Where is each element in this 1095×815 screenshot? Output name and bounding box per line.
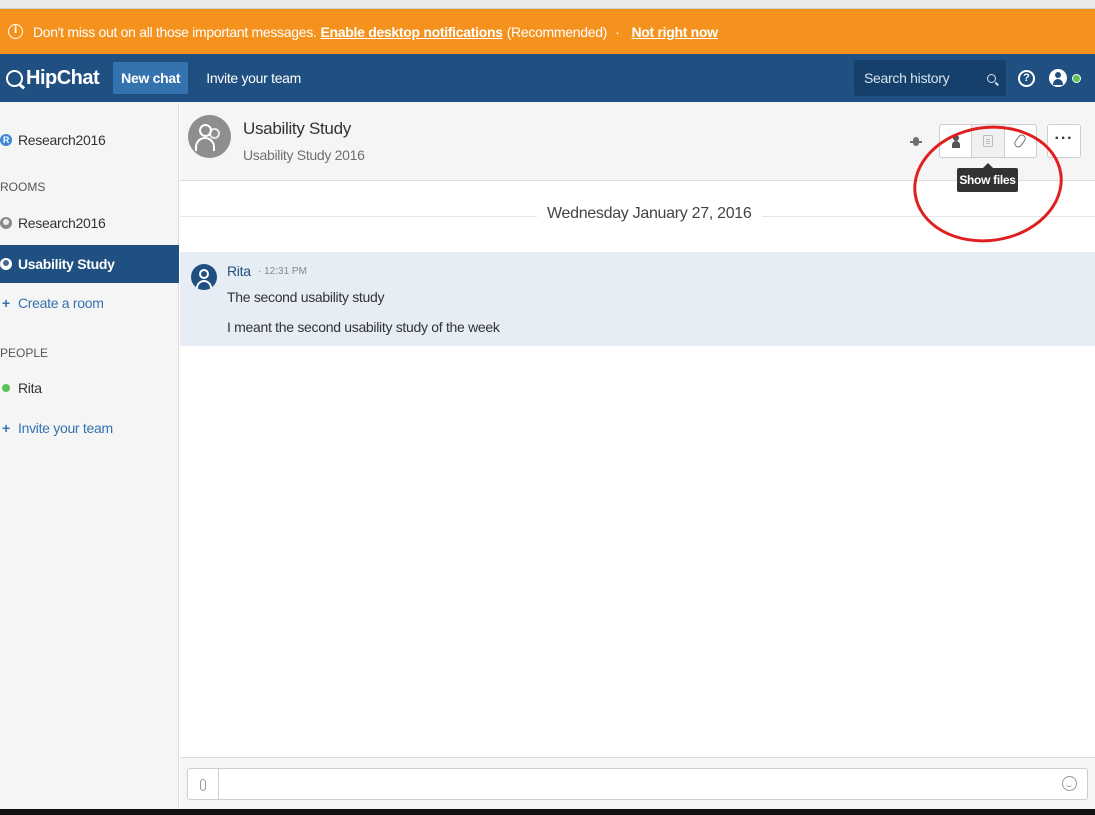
sidebar-item-label: Research2016 (18, 215, 106, 231)
hipchat-logo[interactable]: HipChat (6, 66, 100, 90)
room-title: Usability Study (243, 119, 351, 138)
message-block: Rita · 12:31 PM The second usability stu… (180, 252, 1095, 346)
plus-icon: + (2, 420, 10, 436)
sidebar-item-usability-study[interactable]: Usability Study (0, 245, 179, 283)
logo-text: HipChat (26, 66, 100, 89)
room-topic: Usability Study 2016 (243, 147, 365, 163)
plus-icon: + (2, 295, 10, 311)
message-input[interactable] (218, 768, 1088, 800)
show-files-tooltip: Show files (957, 163, 1018, 192)
invite-team-button[interactable]: Invite your team (206, 70, 301, 86)
sidebar-item-research2016[interactable]: Research2016 (0, 205, 179, 241)
paperclip-icon (200, 779, 206, 791)
sidebar-item-research2016-top[interactable]: R Research2016 (0, 122, 179, 158)
invite-team-link[interactable]: + Invite your team (0, 410, 179, 446)
rooms-heading: ROOMS (0, 180, 46, 194)
more-options-button[interactable]: ··· (1047, 124, 1081, 158)
user-avatar-icon[interactable] (1049, 69, 1067, 87)
message-text: I meant the second usability study of th… (227, 319, 500, 335)
link-icon (1012, 132, 1027, 150)
new-chat-button[interactable]: New chat (113, 62, 189, 94)
date-label: Wednesday January 27, 2016 (537, 205, 762, 223)
sidebar-item-label: Usability Study (18, 256, 115, 272)
sidebar: R Research2016 ROOMS Research2016 Usabil… (0, 102, 179, 815)
sidebar-item-label: Research2016 (18, 132, 106, 148)
message-sender[interactable]: Rita (227, 263, 251, 279)
hipchat-window: i Don't miss out on all those important … (0, 0, 1095, 815)
show-links-button[interactable] (1005, 125, 1036, 157)
create-room-label: Create a room (18, 295, 104, 311)
help-icon[interactable]: ? (1018, 69, 1035, 87)
bug-icon[interactable] (910, 134, 922, 148)
sidebar-item-rita[interactable]: Rita (0, 370, 179, 406)
search-history-input[interactable]: Search history (854, 60, 1006, 96)
room-avatar-icon (188, 115, 231, 158)
recommended-text: (Recommended) (506, 23, 608, 40)
emoji-icon[interactable] (1062, 776, 1077, 791)
message-timestamp: · 12:31 PM (258, 266, 307, 277)
browser-chrome-strip (0, 0, 1095, 9)
search-placeholder: Search history (864, 70, 950, 86)
window-bottom-edge (0, 809, 1095, 815)
enable-notifications-link[interactable]: Enable desktop notifications (321, 24, 503, 40)
sender-avatar-icon[interactable] (191, 264, 217, 290)
attach-file-button[interactable] (187, 768, 218, 800)
show-people-button[interactable] (940, 125, 973, 157)
room-icon (0, 217, 12, 229)
banner-message: Don't miss out on all those important me… (33, 23, 317, 40)
show-files-button[interactable] (972, 125, 1005, 157)
presence-status-icon[interactable] (1072, 73, 1081, 83)
invite-team-label: Invite your team (18, 420, 113, 436)
notification-banner: i Don't miss out on all those important … (0, 9, 1095, 54)
sidebar-item-label: Rita (18, 380, 42, 396)
create-room-link[interactable]: + Create a room (0, 285, 179, 321)
online-status-icon (2, 384, 10, 392)
not-right-now-link[interactable]: Not right now (631, 24, 718, 40)
composer-bar (180, 757, 1095, 809)
banner-separator: · (615, 23, 620, 40)
room-badge-icon: R (0, 134, 12, 146)
app-header: HipChat New chat Invite your team Search… (0, 54, 1095, 102)
search-icon[interactable] (987, 73, 996, 83)
info-icon: i (8, 24, 23, 39)
file-icon (983, 135, 994, 147)
date-separator: Wednesday January 27, 2016 (180, 204, 1095, 228)
message-text: The second usability study (227, 289, 385, 305)
room-icon (0, 258, 12, 270)
hipchat-logo-icon (6, 69, 23, 87)
people-heading: PEOPLE (0, 346, 49, 360)
room-toolbar (939, 124, 1037, 158)
